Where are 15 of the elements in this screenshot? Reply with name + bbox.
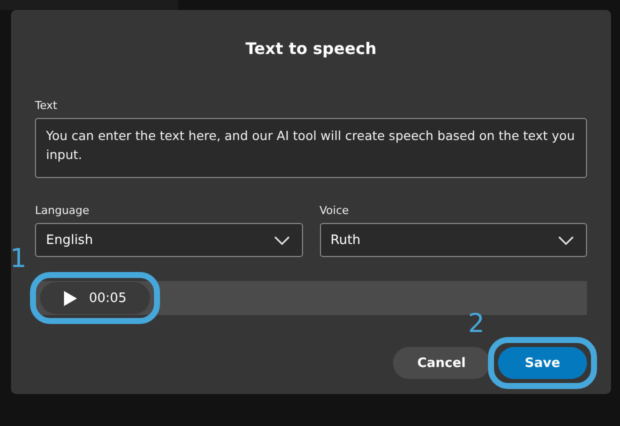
dialog-title: Text to speech (244, 39, 378, 60)
step-number: 1 (10, 246, 27, 272)
play-button[interactable]: 00:05 (40, 282, 150, 314)
dropdown[interactable]: English (35, 223, 302, 257)
save-button[interactable]: Save (498, 347, 587, 379)
step-number: 2 (468, 311, 485, 337)
chevron-down-icon (558, 236, 574, 244)
dropdown[interactable]: Ruth (320, 223, 587, 257)
field-label: Voice (320, 204, 350, 217)
field-label: Text (35, 99, 58, 112)
chevron-down-icon (274, 236, 290, 244)
cancel-button[interactable]: Cancel (393, 347, 490, 379)
field-label: Language (35, 204, 90, 217)
play-icon (64, 290, 77, 306)
text-input-field[interactable]: You can enter the text here, and our AI tool will create speech based on the text you input. (35, 118, 587, 178)
